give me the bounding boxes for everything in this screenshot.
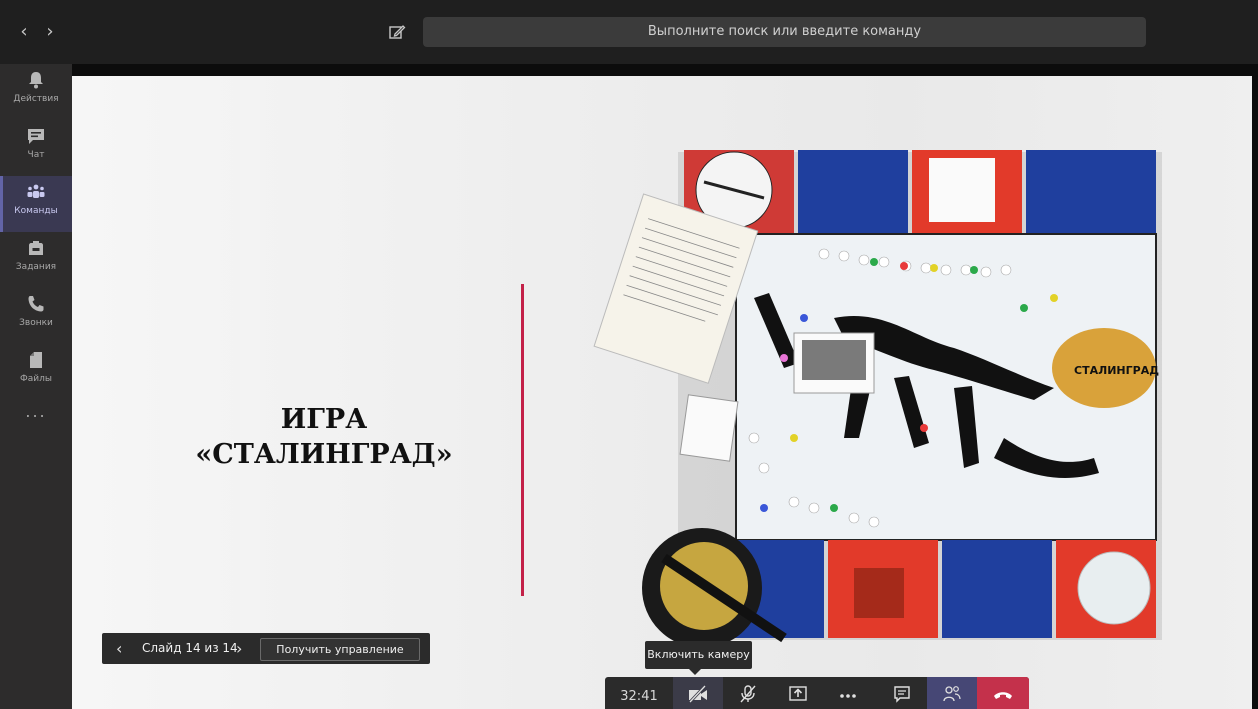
rail-label: Файлы <box>20 374 52 384</box>
slide-navigator: ‹ Слайд 14 из 14 › Получить управление <box>102 633 430 664</box>
rail-label: Задания <box>15 262 57 272</box>
hang-up-button[interactable] <box>977 677 1029 709</box>
rail-label: Действия <box>13 94 59 104</box>
compose-icon <box>389 25 406 39</box>
backpack-icon <box>29 241 43 255</box>
next-slide-button[interactable]: › <box>236 633 242 664</box>
show-chat-button[interactable] <box>877 677 927 709</box>
chevron-right-icon: › <box>46 21 54 42</box>
rail-item-teams[interactable]: Команды <box>0 176 72 232</box>
phone-icon <box>28 296 44 312</box>
slide-title: ИГРА «СТАЛИНГРАД» <box>164 402 484 472</box>
more-apps-button[interactable]: ... <box>0 402 72 421</box>
show-participants-button[interactable] <box>927 677 977 709</box>
slide-counter: Слайд 14 из 14 <box>142 641 238 655</box>
title-line: ИГРА <box>280 404 368 435</box>
chat-icon <box>894 686 910 703</box>
slide-divider <box>521 284 524 596</box>
more-actions-button[interactable] <box>823 677 873 709</box>
rail-item-activity[interactable]: Действия <box>0 64 72 120</box>
rail-label: Команды <box>14 206 58 216</box>
title-line: «СТАЛИНГРАД» <box>195 439 453 470</box>
shared-slide: ИГРА «СТАЛИНГРАД» СТАЛИНГРАД <box>72 76 1252 709</box>
forward-button[interactable]: › <box>42 22 58 42</box>
back-button[interactable]: ‹ <box>16 22 32 42</box>
rail-label: Звонки <box>19 318 53 328</box>
more-icon <box>840 694 856 698</box>
call-timer: 32:41 <box>620 689 658 704</box>
chevron-left-icon: ‹ <box>20 21 28 42</box>
app-rail: Действия Чат Команды Задания Звонки Файл… <box>0 64 72 709</box>
rail-item-calls[interactable]: Звонки <box>0 288 72 344</box>
mic-toggle-button[interactable] <box>723 677 773 709</box>
teams-icon <box>27 184 45 198</box>
chevron-left-icon: ‹ <box>116 639 123 658</box>
file-icon <box>30 352 42 368</box>
board-label: СТАЛИНГРАД <box>1074 364 1159 377</box>
share-screen-icon <box>789 686 807 701</box>
compose-button[interactable] <box>387 22 407 42</box>
share-screen-button[interactable] <box>773 677 823 709</box>
take-control-button[interactable]: Получить управление <box>260 638 420 661</box>
camera-tooltip: Включить камеру <box>645 641 752 675</box>
participants-icon <box>943 686 961 702</box>
rail-item-assignments[interactable]: Задания <box>0 232 72 288</box>
title-bar: ‹ › Выполните поиск или введите команду <box>0 0 1258 64</box>
bell-icon <box>29 72 43 89</box>
camera-toggle-button[interactable] <box>673 677 723 709</box>
rail-item-chat[interactable]: Чат <box>0 120 72 176</box>
call-controls: 32:41 <box>605 677 1029 709</box>
chat-icon <box>28 129 44 144</box>
prev-slide-button[interactable]: ‹ <box>116 633 122 664</box>
mic-off-icon <box>740 685 756 703</box>
rail-item-files[interactable]: Файлы <box>0 344 72 400</box>
search-input[interactable]: Выполните поиск или введите команду <box>423 17 1146 47</box>
game-board-photo: СТАЛИНГРАД <box>593 150 1162 648</box>
chevron-right-icon: › <box>236 639 243 658</box>
rail-label: Чат <box>27 150 45 160</box>
camera-off-icon <box>688 685 707 703</box>
hang-up-icon <box>994 692 1012 699</box>
